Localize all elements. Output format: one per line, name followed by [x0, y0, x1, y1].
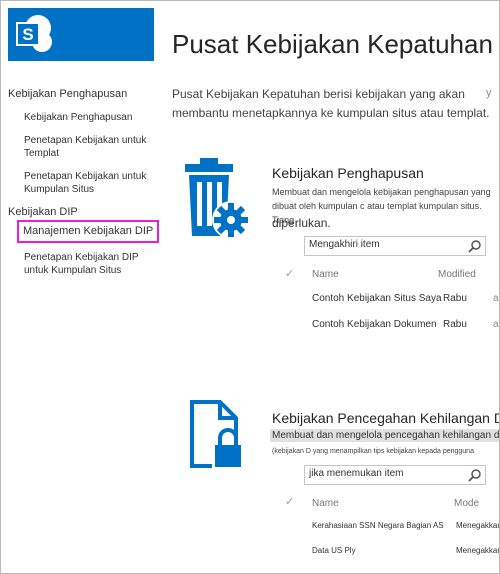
nav-item-dlp-management[interactable]: Manajemen Kebijakan DIP — [17, 220, 160, 243]
page-title: Pusat Kebijakan Kepatuhan — [172, 29, 493, 59]
dlp-search-input[interactable]: jika menemukan item — [309, 468, 403, 479]
nav-group-dlp[interactable]: Kebijakan DIP — [8, 206, 78, 218]
dlp-section-title: Kebijakan Pencegahan Kehilangan Data — [272, 410, 500, 426]
deletion-row-name[interactable]: Contoh Kebijakan Situs Saya — [312, 293, 442, 304]
deletion-search-input[interactable]: Mengakhiri item — [309, 239, 380, 250]
dlp-row-mode: Menegakkan — [456, 546, 500, 555]
deletion-row-modified: Rabu — [443, 319, 467, 330]
search-icon[interactable] — [468, 239, 482, 253]
dlp-row-name[interactable]: Data US Ply — [312, 546, 356, 555]
sharepoint-icon: S — [16, 15, 52, 52]
deletion-section-description-end: diperlukan. — [272, 216, 331, 230]
page-frame: S Pusat Kebijakan Kepatuhan Pusat Kebija… — [0, 0, 500, 574]
dlp-section-description-small: (kebijakan D yang menampilkan tips kebij… — [272, 448, 474, 455]
deletion-col-modified[interactable]: Modified — [438, 269, 476, 280]
select-all-check-icon[interactable]: ✓ — [285, 267, 294, 280]
dlp-row-mode: Menegakkan — [456, 521, 500, 530]
deletion-row-name[interactable]: Contoh Kebijakan Dokumen — [312, 319, 437, 330]
dlp-section-description: Membuat dan mengelola pencegahan kehilan… — [270, 429, 499, 442]
deletion-row-clipped: a — [493, 319, 499, 330]
nav-group-deletion[interactable]: Kebijakan Penghapusan — [8, 88, 127, 100]
nav-item-deletion-policies[interactable]: Kebijakan Penghapusan — [24, 111, 159, 124]
sharepoint-logo[interactable]: S — [8, 8, 154, 61]
select-all-check-icon[interactable]: ✓ — [285, 495, 294, 508]
search-icon[interactable] — [468, 468, 482, 482]
deletion-row-clipped: a — [493, 293, 499, 304]
nav-item-site-collection-assignment[interactable]: Penetapan Kebijakan untuk Kumpulan Situs — [24, 170, 159, 196]
document-lock-icon — [190, 400, 244, 468]
dlp-search-box[interactable]: jika menemukan item — [304, 465, 486, 485]
deletion-search-box[interactable]: Mengakhiri item — [304, 236, 486, 256]
logo-letter: S — [22, 25, 33, 44]
deletion-section-title: Kebijakan Penghapusan — [272, 165, 424, 181]
deletion-row-modified: Rabu — [443, 293, 467, 304]
intro-text: Pusat Kebijakan Kepatuhan berisi kebijak… — [172, 87, 490, 120]
nav-item-dlp-site-assignment[interactable]: Penetapan Kebijakan DIP untuk Kumpulan S… — [24, 251, 159, 277]
trash-gear-icon — [185, 158, 250, 239]
nav-item-template-assignment[interactable]: Penetapan Kebijakan untuk Templat — [24, 134, 159, 160]
deletion-col-name[interactable]: Name — [312, 269, 339, 280]
intro-clipped-text: y — [486, 87, 492, 99]
dlp-col-mode[interactable]: Mode — [454, 498, 479, 509]
dlp-col-name[interactable]: Name — [312, 498, 339, 509]
dlp-row-name[interactable]: Kerahasiaan SSN Negara Bagian AS — [312, 521, 444, 530]
